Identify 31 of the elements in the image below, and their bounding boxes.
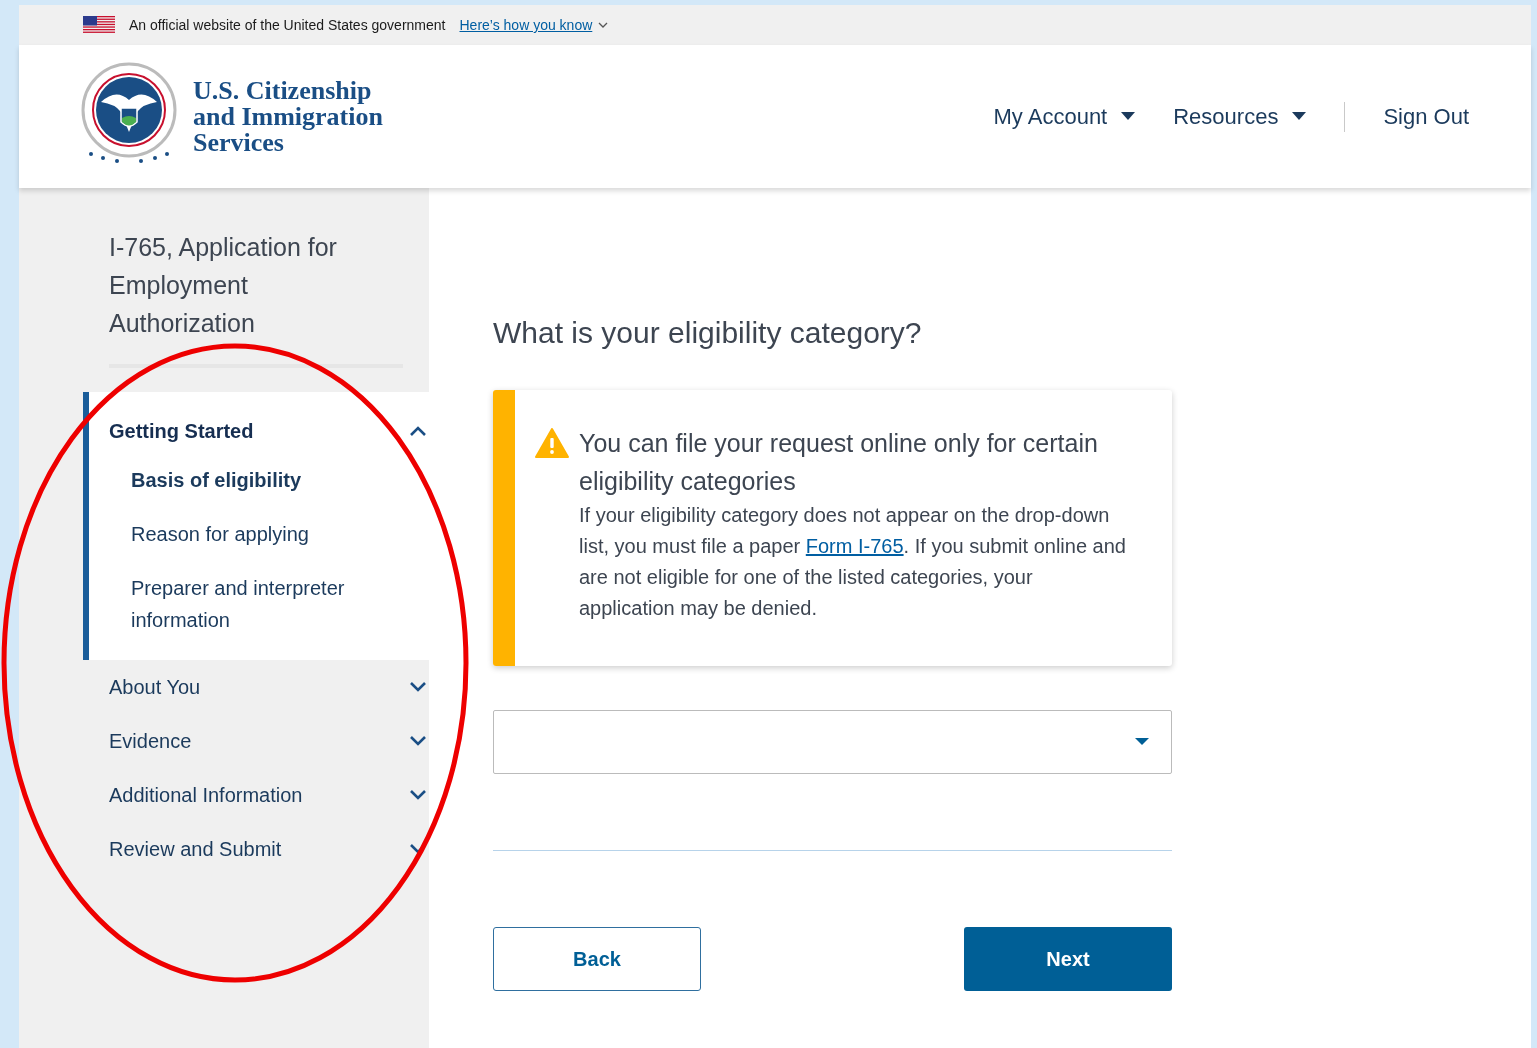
official-website-text: An official website of the United States government — [129, 17, 446, 33]
sign-out-link[interactable]: Sign Out — [1383, 103, 1469, 130]
caret-down-icon — [1292, 112, 1307, 121]
chevron-down-icon — [409, 789, 427, 801]
caret-down-icon — [1121, 112, 1136, 121]
section-toggle[interactable]: Additional Information — [89, 768, 427, 822]
chevron-up-icon — [409, 425, 427, 437]
warning-icon — [535, 428, 569, 458]
how-you-know-link[interactable]: Here’s how you know — [459, 17, 609, 33]
alert-title: You can file your request online only for certain eligibility categories — [579, 428, 1099, 497]
flag-icon — [83, 16, 115, 34]
step-link[interactable]: Preparer and interpreter information — [89, 560, 429, 646]
caret-down-icon — [1135, 738, 1149, 746]
nav-menu[interactable]: My Account — [993, 103, 1136, 130]
section-toggle[interactable]: Getting Started — [89, 404, 427, 458]
section-toggle[interactable]: Review and Submit — [89, 822, 427, 876]
section-toggle[interactable]: Evidence — [89, 714, 427, 768]
form-link[interactable]: Form I-765 — [805, 535, 904, 557]
nav-menu[interactable]: Resources — [1173, 103, 1307, 130]
back-button[interactable]: Back — [493, 927, 701, 991]
section-toggle[interactable]: About You — [89, 660, 427, 714]
chevron-down-icon — [409, 681, 427, 693]
application-title: I-765, Application for Employment Authorization — [109, 228, 403, 368]
step-link[interactable]: Basis of eligibility — [89, 458, 429, 506]
chevron-down-icon — [598, 21, 609, 29]
chevron-down-icon — [409, 735, 427, 747]
agency-name[interactable]: U.S. Citizenship and Immigration Services — [193, 77, 383, 156]
alert-text: If your eligibility category does not appear on the drop-down list, you must file a paper Form I-765. If you submit online and are not eligible for one of the listed categories, your application may be denied. — [579, 503, 1127, 621]
step-link[interactable]: Reason for applying — [89, 506, 429, 560]
next-button[interactable]: Next — [964, 927, 1172, 991]
page-heading: What is your eligibility category? — [493, 316, 923, 350]
